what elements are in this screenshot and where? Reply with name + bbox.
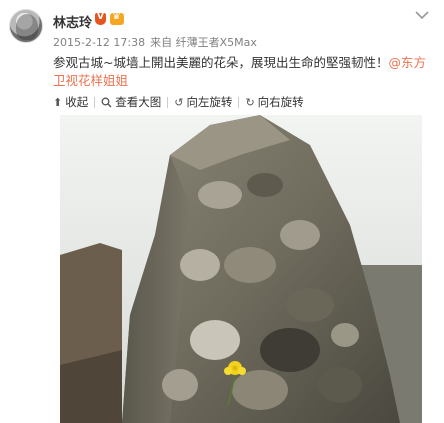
verified-v-icon[interactable]	[95, 12, 106, 25]
photo-image	[60, 115, 422, 423]
view-large-label: 查看大图	[115, 95, 162, 109]
rotate-right-label: 向右旋转	[257, 95, 304, 109]
post-timestamp[interactable]: 2015-2-12 17:38	[53, 36, 145, 49]
post-photo[interactable]	[60, 115, 422, 423]
post-source: 来自 纤薄王者X5Max	[150, 36, 257, 49]
rotate-left-button[interactable]: ↺ 向左旋转	[174, 94, 232, 110]
post-meta: 2015-2-12 17:38 来自 纤薄王者X5Max	[53, 34, 257, 50]
rotate-right-button[interactable]: ↻ 向右旋转	[245, 94, 303, 110]
post-body: 参观古城~城墙上開出美麗的花朵，展現出生命的堅强韧性！	[53, 55, 389, 70]
rotate-left-icon: ↺	[174, 95, 184, 109]
toolbar-divider	[238, 96, 240, 108]
member-crown-icon[interactable]	[110, 11, 124, 25]
magnifier-icon	[101, 97, 112, 107]
toolbar-divider	[167, 96, 169, 108]
toolbar-divider	[94, 96, 96, 108]
image-toolbar: ⬆ 收起 查看大图 ↺ 向左旋转 ↻ 向右旋转	[53, 93, 304, 111]
view-large-button[interactable]: 查看大图	[101, 94, 161, 110]
post-text: 参观古城~城墙上開出美麗的花朵，展現出生命的堅强韧性！@东方卫视花样姐姐	[53, 54, 433, 90]
rotate-left-label: 向左旋转	[186, 95, 233, 109]
arrow-up-icon: ⬆	[53, 95, 63, 109]
chevron-down-icon[interactable]	[412, 6, 432, 24]
collapse-label: 收起	[65, 95, 89, 109]
rotate-right-icon: ↻	[245, 95, 255, 109]
collapse-button[interactable]: ⬆ 收起	[53, 94, 88, 110]
post-header: 林志玲 2015-2-12 17:38 来自 纤薄王者X5Max	[0, 0, 444, 52]
username-link[interactable]: 林志玲	[53, 12, 92, 31]
avatar[interactable]	[9, 9, 43, 43]
